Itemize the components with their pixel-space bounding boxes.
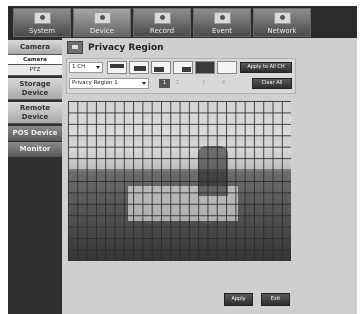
clear-all-button[interactable]: Clear All — [252, 78, 292, 89]
privacy-grid-area[interactable] — [68, 101, 291, 261]
menu-storage-device[interactable]: Storage Device — [8, 78, 62, 100]
tab-network[interactable]: Network — [253, 8, 311, 37]
top-navigation: System Device Record Event Network — [8, 6, 357, 38]
region-select[interactable]: Privacy Region 1 — [69, 78, 149, 89]
page-title: Privacy Region — [88, 43, 164, 53]
region-2-button[interactable]: 2 — [172, 79, 183, 88]
menu-camera[interactable]: Camera — [8, 40, 62, 55]
layout-4-button[interactable] — [173, 61, 193, 74]
tab-system[interactable]: System — [13, 8, 71, 37]
record-icon — [154, 12, 171, 24]
region-1-button[interactable]: 1 — [159, 79, 170, 88]
privacy-grid — [68, 101, 291, 261]
channel-select[interactable]: 1 CH — [69, 62, 103, 73]
layout-1-button[interactable] — [107, 61, 127, 74]
apply-button[interactable]: Apply — [224, 293, 253, 306]
privacy-icon — [67, 41, 83, 54]
tab-device[interactable]: Device — [73, 8, 131, 37]
region-4-button[interactable]: 4 — [218, 79, 229, 88]
menu-pos-device[interactable]: POS Device — [8, 126, 62, 141]
exit-button[interactable]: Exit — [261, 293, 290, 306]
system-icon — [34, 12, 51, 24]
tab-event[interactable]: Event — [193, 8, 251, 37]
menu-remote-device[interactable]: Remote Device — [8, 102, 62, 124]
layout-3-button[interactable] — [151, 61, 171, 74]
device-icon — [94, 12, 111, 24]
network-icon — [274, 12, 291, 24]
event-icon — [214, 12, 231, 24]
region-3-button[interactable]: 3 — [198, 79, 209, 88]
chevron-down-icon — [142, 82, 146, 85]
side-menu: Camera Camera PTZ Storage Device Remote … — [8, 38, 62, 314]
apply-to-all-button[interactable]: Apply to All CH — [240, 62, 292, 73]
layout-5-button[interactable] — [195, 61, 215, 74]
layout-6-button[interactable] — [217, 61, 237, 74]
submenu-ptz[interactable]: PTZ — [8, 65, 62, 76]
chevron-down-icon — [96, 66, 100, 69]
tab-record[interactable]: Record — [133, 8, 191, 37]
submenu-camera[interactable]: Camera — [8, 55, 62, 65]
layout-2-button[interactable] — [129, 61, 149, 74]
menu-monitor[interactable]: Monitor — [8, 142, 62, 157]
